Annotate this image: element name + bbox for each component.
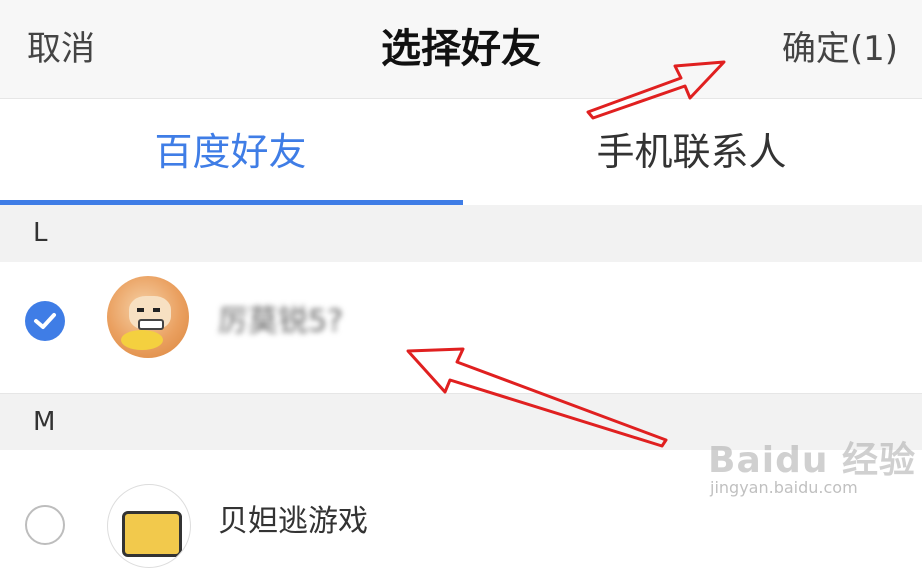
watermark-logo: Baidu 经验	[708, 440, 917, 481]
arrow-to-contact-icon	[406, 347, 668, 448]
arrow-to-confirm-icon	[586, 60, 726, 120]
watermark-url: jingyan.baidu.com	[710, 478, 858, 497]
